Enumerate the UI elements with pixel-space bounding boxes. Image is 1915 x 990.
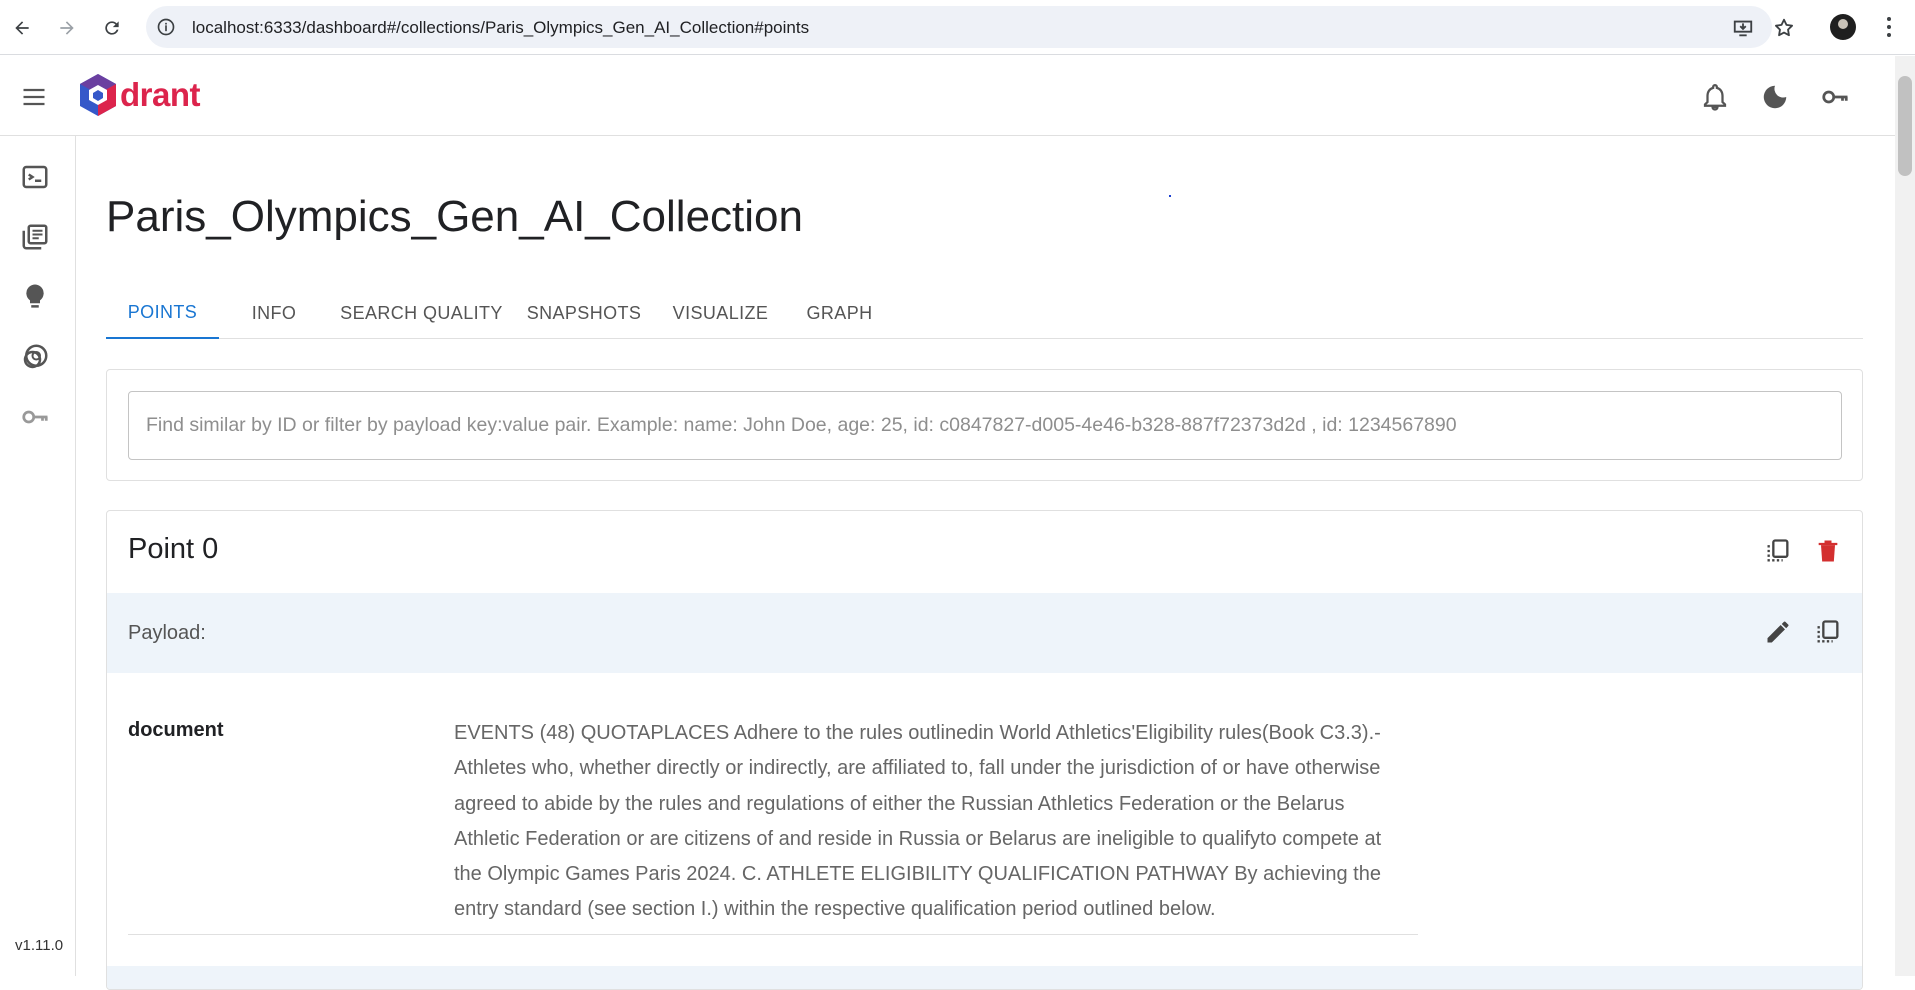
bookmark-star-icon[interactable]	[1773, 17, 1795, 39]
page-scrollbar[interactable]	[1895, 56, 1915, 976]
qdrant-logo-icon	[80, 74, 116, 116]
app-header: drant	[0, 56, 1895, 136]
page-title: Paris_Olympics_Gen_AI_Collection	[106, 192, 803, 241]
collections-icon[interactable]	[20, 222, 50, 252]
edit-pencil-icon[interactable]	[1764, 618, 1792, 646]
payload-label: Payload:	[128, 622, 206, 644]
scrollbar-thumb[interactable]	[1898, 76, 1912, 176]
search-card	[106, 369, 1863, 481]
tab-graph[interactable]: GRAPH	[787, 287, 892, 339]
tab-snapshots[interactable]: SNAPSHOTS	[514, 287, 654, 339]
payload-key-document: document	[128, 719, 224, 741]
logo-text: drant	[120, 76, 201, 113]
delete-trash-icon[interactable]	[1814, 537, 1842, 565]
reload-icon[interactable]	[98, 14, 126, 42]
install-app-icon[interactable]	[1732, 17, 1754, 39]
browser-toolbar: localhost:6333/dashboard#/collections/Pa…	[0, 0, 1915, 55]
forward-arrow-icon[interactable]	[53, 14, 81, 42]
copy-point-icon[interactable]	[1764, 537, 1792, 565]
notifications-bell-icon[interactable]	[1700, 82, 1730, 112]
copy-payload-icon[interactable]	[1814, 618, 1842, 646]
lightbulb-icon[interactable]	[20, 282, 50, 312]
payload-value-document: EVENTS (48) QUOTAPLACES Adhere to the ru…	[454, 722, 1382, 921]
collection-tabs: POINTS INFO SEARCH QUALITY SNAPSHOTS VIS…	[106, 287, 1863, 339]
site-info-icon[interactable]	[156, 17, 176, 37]
point-card: Point 0 Payload: document EVENTS (48) QU…	[106, 510, 1863, 990]
tab-info[interactable]: INFO	[219, 287, 329, 339]
api-key-icon[interactable]	[1820, 82, 1850, 112]
browser-menu-icon[interactable]	[1877, 14, 1901, 40]
tab-visualize[interactable]: VISUALIZE	[654, 287, 787, 339]
back-arrow-icon[interactable]	[8, 14, 36, 42]
hamburger-menu-icon[interactable]	[20, 83, 48, 111]
stray-dot	[1169, 195, 1171, 197]
point-title: Point 0	[128, 533, 219, 565]
datasets-icon[interactable]	[20, 342, 50, 372]
tab-points[interactable]: POINTS	[106, 287, 219, 339]
payload-header: Payload:	[107, 593, 1862, 673]
sidebar	[0, 136, 76, 976]
payload-divider	[128, 934, 1418, 935]
tab-search-quality[interactable]: SEARCH QUALITY	[329, 287, 514, 339]
access-key-icon[interactable]	[20, 402, 50, 432]
version-label: v1.11.0	[15, 937, 64, 954]
qdrant-logo[interactable]: drant	[78, 72, 201, 118]
vectors-header	[107, 966, 1862, 989]
console-icon[interactable]	[20, 162, 50, 192]
profile-avatar[interactable]	[1830, 14, 1856, 40]
url-text[interactable]: localhost:6333/dashboard#/collections/Pa…	[192, 18, 809, 38]
dark-mode-moon-icon[interactable]	[1760, 82, 1790, 112]
search-input[interactable]	[128, 391, 1842, 460]
address-bar[interactable]: localhost:6333/dashboard#/collections/Pa…	[146, 6, 1793, 48]
